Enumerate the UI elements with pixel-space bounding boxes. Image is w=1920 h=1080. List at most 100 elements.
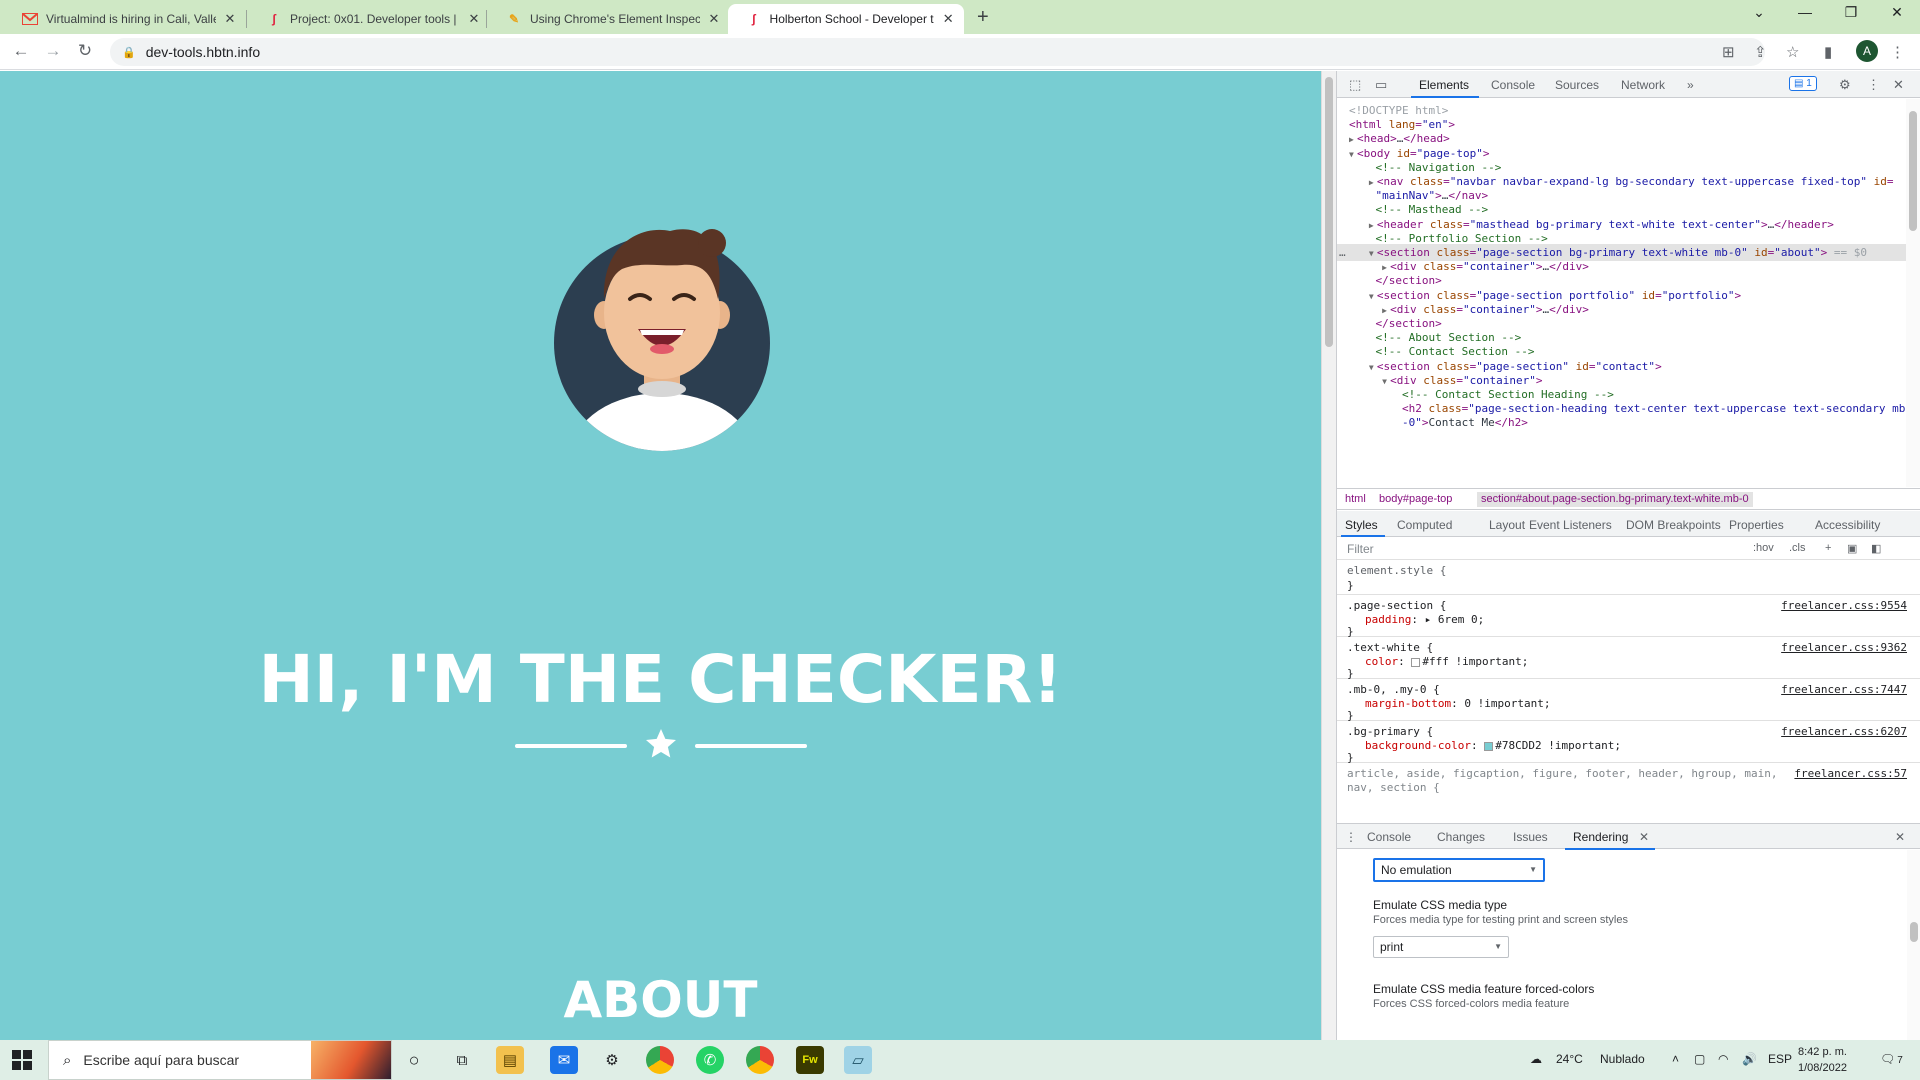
dom-node[interactable]: "mainNav">…</nav>: [1349, 189, 1489, 202]
node-actions-icon[interactable]: …: [1339, 246, 1346, 259]
cortana-icon[interactable]: ○: [400, 1046, 428, 1074]
task-view-icon[interactable]: ⧉: [448, 1046, 476, 1074]
restore-button[interactable]: ❐: [1828, 4, 1874, 21]
chrome-icon[interactable]: [646, 1046, 674, 1074]
dom-node[interactable]: ▶ <head>…</head>: [1349, 132, 1450, 145]
css-rule-mb-0[interactable]: .mb-0, .my-0 { freelancer.css:7447 margi…: [1337, 679, 1920, 722]
rule-source-link[interactable]: freelancer.css:6207: [1781, 725, 1907, 738]
browser-tab-2[interactable]: ʃ Project: 0x01. Developer tools | H ✕: [248, 4, 490, 34]
breadcrumb-html[interactable]: html: [1345, 493, 1366, 505]
dom-node[interactable]: <!-- Contact Section Heading -->: [1349, 388, 1614, 401]
share-icon[interactable]: ⇪: [1754, 43, 1767, 61]
back-button[interactable]: ←: [10, 41, 32, 61]
dom-node[interactable]: ▶ <header class="masthead bg-primary text…: [1349, 218, 1834, 231]
dom-tree-scrollbar[interactable]: [1906, 99, 1920, 487]
file-explorer-icon[interactable]: ▤: [496, 1046, 524, 1074]
scrollbar-thumb[interactable]: [1909, 111, 1917, 231]
drawer-tab-console[interactable]: Console: [1367, 830, 1411, 844]
property-value[interactable]: ▸ 6rem 0;: [1425, 613, 1485, 626]
close-icon[interactable]: ✕: [706, 11, 722, 27]
inspect-element-icon[interactable]: ⬚: [1349, 77, 1361, 93]
dom-node[interactable]: </section>: [1349, 317, 1441, 330]
tab-network[interactable]: Network: [1621, 78, 1665, 92]
drawer-tab-issues[interactable]: Issues: [1513, 830, 1548, 844]
rule-source-link[interactable]: freelancer.css:57: [1794, 767, 1907, 780]
dom-node[interactable]: <!-- Navigation -->: [1349, 161, 1502, 174]
minimize-button[interactable]: —: [1782, 4, 1828, 20]
translate-icon[interactable]: ⊞: [1722, 43, 1735, 61]
property-value[interactable]: #fff !important;: [1422, 655, 1528, 668]
browser-tab-1[interactable]: Virtualmind is hiring in Cali, Valle ✕: [4, 4, 246, 34]
more-tabs-icon[interactable]: »: [1687, 78, 1694, 92]
dom-node[interactable]: ▼ <body id="page-top">: [1349, 147, 1489, 160]
dom-node[interactable]: ▼ <section class="page-section" id="conta…: [1349, 360, 1662, 373]
close-icon[interactable]: ✕: [222, 11, 238, 27]
issues-badge[interactable]: ▤ 1: [1789, 76, 1817, 91]
drawer-tab-rendering[interactable]: Rendering: [1573, 830, 1628, 844]
tab-console[interactable]: Console: [1491, 78, 1535, 92]
property-name[interactable]: background-color: [1365, 739, 1471, 752]
rule-source-link[interactable]: freelancer.css:9554: [1781, 599, 1907, 612]
hover-state-toggle[interactable]: :hov: [1753, 542, 1774, 554]
property-name[interactable]: margin-bottom: [1365, 697, 1451, 710]
notes-icon[interactable]: ▱: [844, 1046, 872, 1074]
tab-search-icon[interactable]: ⌄: [1736, 4, 1782, 21]
browser-tab-3[interactable]: ✎ Using Chrome's Element Inspecto ✕: [488, 4, 730, 34]
system-clock[interactable]: 8:42 p. m. 1/08/2022: [1798, 1044, 1847, 1076]
dom-node[interactable]: <!-- Portfolio Section -->: [1349, 232, 1548, 245]
menu-kebab-icon[interactable]: ⋮: [1890, 43, 1905, 61]
property-name[interactable]: color: [1365, 655, 1398, 668]
notification-center-icon[interactable]: 🗨 7: [1880, 1052, 1903, 1066]
css-rule-element-style[interactable]: element.style { }: [1337, 561, 1920, 595]
settings-gear-icon[interactable]: ⚙: [1839, 77, 1851, 93]
drawer-tab-changes[interactable]: Changes: [1437, 830, 1485, 844]
dom-node[interactable]: </section>: [1349, 274, 1441, 287]
temperature[interactable]: 24°C: [1556, 1052, 1583, 1066]
tab-computed[interactable]: Computed: [1397, 518, 1452, 532]
devtools-menu-icon[interactable]: ⋮: [1867, 77, 1880, 93]
tab-event-listeners[interactable]: Event Listeners: [1529, 518, 1612, 532]
property-value[interactable]: #78CDD2 !important;: [1495, 739, 1621, 752]
dom-node[interactable]: ▶ <div class="container">…</div>: [1349, 303, 1589, 316]
toggle-sidebar-icon[interactable]: ◧: [1871, 542, 1881, 555]
wifi-icon[interactable]: ◠: [1718, 1052, 1728, 1066]
class-toggle[interactable]: .cls: [1789, 542, 1806, 554]
dom-node-selected[interactable]: ▼ <section class="page-section bg-primary…: [1349, 246, 1867, 259]
dom-node[interactable]: <!-- Contact Section -->: [1349, 345, 1535, 358]
dom-node[interactable]: -0">Contact Me</h2>: [1349, 416, 1528, 429]
tab-dom-breakpoints[interactable]: DOM Breakpoints: [1626, 518, 1721, 532]
rule-source-link[interactable]: freelancer.css:7447: [1781, 683, 1907, 696]
close-icon[interactable]: ✕: [466, 11, 482, 27]
dom-node[interactable]: ▶ <div class="container">…</div>: [1349, 260, 1589, 273]
page-scrollbar[interactable]: [1321, 71, 1336, 1040]
language-indicator[interactable]: ESP: [1768, 1052, 1792, 1066]
weather-icon[interactable]: ☁: [1530, 1052, 1542, 1066]
css-rule-bg-primary[interactable]: .bg-primary { freelancer.css:6207 backgr…: [1337, 721, 1920, 764]
drawer-menu-icon[interactable]: ⋮: [1345, 830, 1357, 844]
mail-icon[interactable]: ✉: [550, 1046, 578, 1074]
weather-text[interactable]: Nublado: [1600, 1052, 1645, 1066]
close-devtools-icon[interactable]: ✕: [1893, 77, 1904, 93]
device-toolbar-icon[interactable]: ▭: [1375, 77, 1387, 93]
close-rendering-tab-icon[interactable]: ✕: [1639, 830, 1649, 844]
settings-icon[interactable]: ⚙: [598, 1046, 626, 1074]
styles-filter-input[interactable]: Filter: [1347, 542, 1374, 556]
new-tab-button[interactable]: +: [977, 6, 989, 29]
reload-button[interactable]: ↻: [74, 41, 96, 61]
drawer-scrollbar[interactable]: [1907, 850, 1920, 1040]
volume-icon[interactable]: 🔊: [1742, 1052, 1757, 1066]
computed-styles-icon[interactable]: ▣: [1847, 542, 1857, 555]
css-rule-page-section[interactable]: .page-section { freelancer.css:9554 padd…: [1337, 595, 1920, 638]
css-rule-text-white[interactable]: .text-white { freelancer.css:9362 color:…: [1337, 637, 1920, 680]
close-drawer-icon[interactable]: ✕: [1895, 830, 1905, 844]
taskbar-search[interactable]: ⌕ Escribe aquí para buscar: [48, 1040, 392, 1080]
dom-node[interactable]: ▼ <section class="page-section portfolio"…: [1349, 289, 1741, 302]
property-name[interactable]: padding: [1365, 613, 1411, 626]
chrome-icon[interactable]: [746, 1046, 774, 1074]
dom-node[interactable]: <h2 class="page-section-heading text-cen…: [1349, 402, 1905, 415]
bookmark-star-icon[interactable]: ☆: [1786, 43, 1799, 61]
vision-emulation-select[interactable]: No emulation ▼: [1373, 858, 1545, 882]
breadcrumb-section[interactable]: section#about.page-section.bg-primary.te…: [1477, 492, 1753, 507]
dom-node[interactable]: ▶ <nav class="navbar navbar-expand-lg bg-…: [1349, 175, 1894, 188]
address-bar[interactable]: 🔒 dev-tools.hbtn.info: [110, 38, 1765, 66]
